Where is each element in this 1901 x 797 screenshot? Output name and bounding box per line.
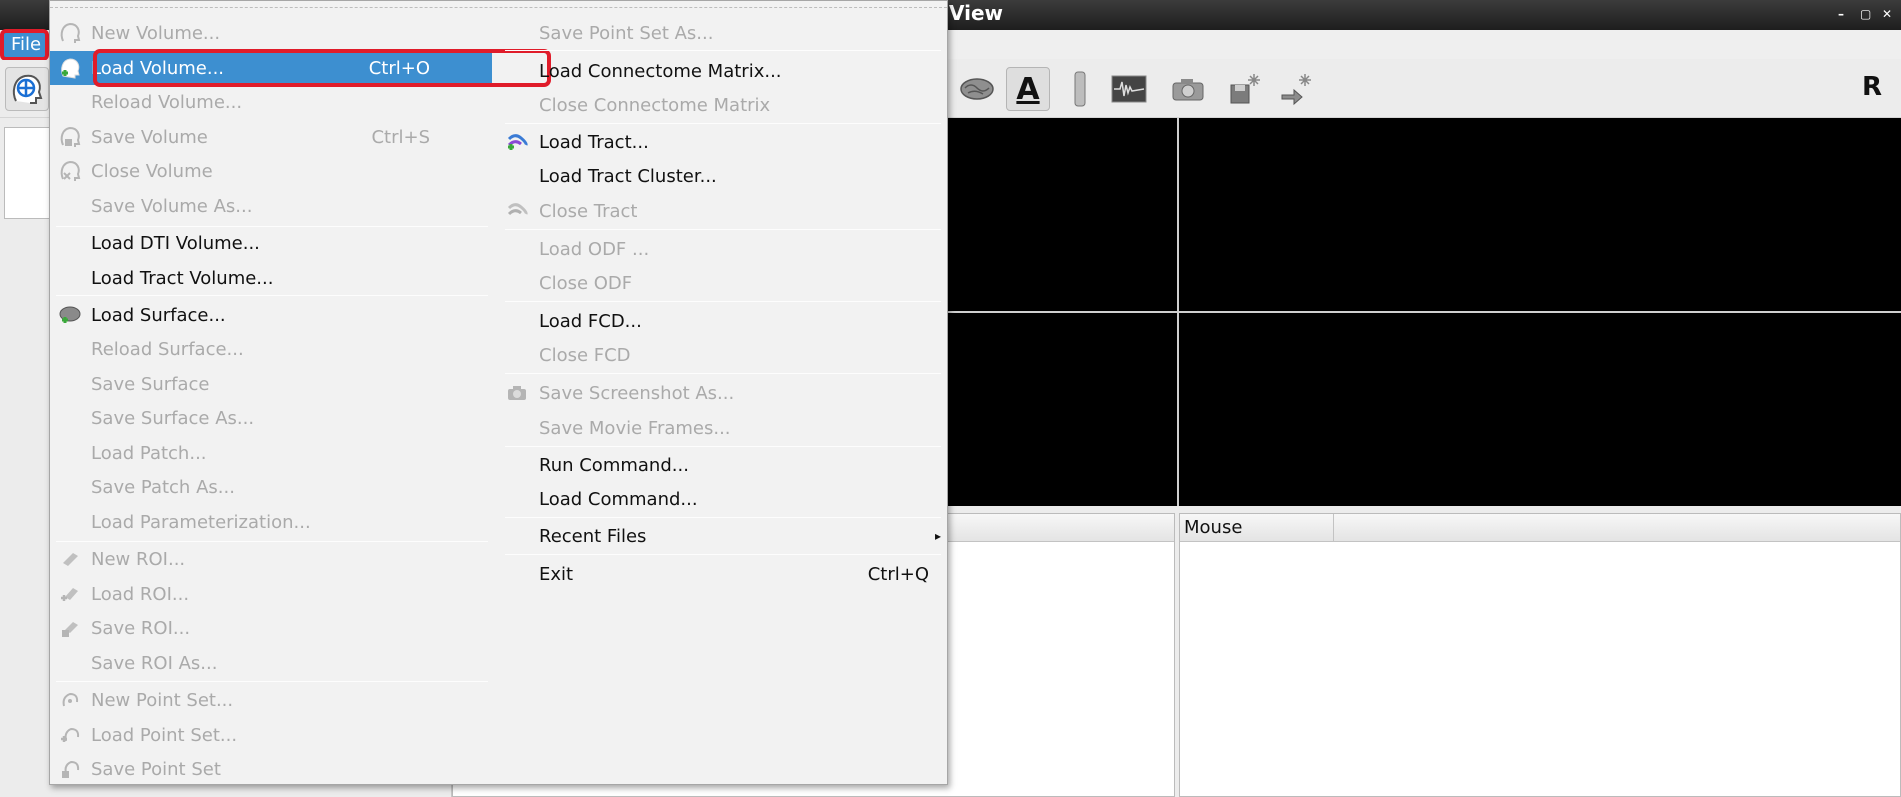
menu-separator <box>56 681 488 682</box>
menu-item-load-roi[interactable]: Load ROI... <box>50 577 492 611</box>
menu-item-save-patch-as[interactable]: Save Patch As... <box>50 470 492 504</box>
menu-item-save-point-set[interactable]: Save Point Set <box>50 752 492 786</box>
menu-item-load-tract[interactable]: Load Tract... <box>497 125 949 159</box>
menu-separator <box>505 301 941 302</box>
menu-item-close-tract[interactable]: Close Tract <box>497 194 949 228</box>
menu-item-recent-files[interactable]: Recent Files ▸ <box>497 519 949 553</box>
menu-item-load-command[interactable]: Load Command... <box>497 482 949 516</box>
camera-icon <box>1172 79 1204 101</box>
brain-icon <box>960 78 994 100</box>
menu-item-close-fcd[interactable]: Close FCD <box>497 338 949 372</box>
menu-item-save-surface-as[interactable]: Save Surface As... <box>50 401 492 435</box>
point-set-icon <box>59 689 81 711</box>
screenshot-camera-icon <box>506 382 528 404</box>
menu-item-save-surface[interactable]: Save Surface <box>50 367 492 401</box>
minimize-icon[interactable]: – <box>1838 7 1844 21</box>
save-movie-button[interactable] <box>1224 67 1268 111</box>
menu-separator <box>505 554 941 555</box>
load-point-set-icon <box>59 724 81 746</box>
menu-item-reload-surface[interactable]: Reload Surface... <box>50 332 492 366</box>
close-volume-head-icon <box>59 160 81 182</box>
text-annotation-button[interactable]: A <box>1006 67 1050 111</box>
menu-separator <box>505 229 941 230</box>
maximize-icon[interactable]: ▢ <box>1860 7 1871 21</box>
waveform-icon <box>1111 75 1147 103</box>
menu-tear-off-line[interactable] <box>50 7 947 8</box>
mouse-info-pane: Mouse <box>1179 513 1901 797</box>
exit-shortcut: Ctrl+Q <box>867 563 929 585</box>
menu-item-new-roi[interactable]: New ROI... <box>50 542 492 576</box>
menu-item-save-screenshot-as[interactable]: Save Screenshot As... <box>497 376 949 410</box>
submenu-arrow-icon: ▸ <box>934 529 941 543</box>
close-icon[interactable]: ✕ <box>1882 7 1892 21</box>
menu-item-close-odf[interactable]: Close ODF <box>497 266 949 300</box>
file-dropdown-menu: New Volume... Load Volume... Ctrl+O Relo… <box>49 0 948 785</box>
menu-item-load-point-set[interactable]: Load Point Set... <box>50 718 492 752</box>
save-roi-icon <box>59 617 81 639</box>
menu-item-close-volume[interactable]: Close Volume <box>50 154 492 188</box>
arrow-sparkle-icon <box>1281 74 1311 106</box>
tract-icon <box>506 131 528 153</box>
menu-item-close-connectome-matrix[interactable]: Close Connectome Matrix <box>497 88 949 122</box>
load-volume-head-icon <box>59 57 81 79</box>
slider-button[interactable] <box>1058 67 1102 111</box>
menu-separator <box>505 50 941 51</box>
slider-icon <box>1074 71 1086 107</box>
save-point-set-icon <box>59 758 81 780</box>
waveform-button[interactable] <box>1107 67 1151 111</box>
menu-separator <box>56 295 488 296</box>
menu-separator <box>505 517 941 518</box>
menu-item-run-command[interactable]: Run Command... <box>497 448 949 482</box>
menu-item-load-fcd[interactable]: Load FCD... <box>497 304 949 338</box>
menu-item-save-volume[interactable]: Save Volume Ctrl+S <box>50 120 492 154</box>
menu-item-save-roi[interactable]: Save ROI... <box>50 611 492 645</box>
window-title: View <box>949 1 1004 25</box>
save-volume-head-icon <box>59 126 81 148</box>
menu-separator <box>505 446 941 447</box>
menu-item-exit[interactable]: Exit Ctrl+Q <box>497 557 949 591</box>
menu-item-save-roi-as[interactable]: Save ROI As... <box>50 646 492 680</box>
surface-brain-icon <box>59 304 81 326</box>
menu-item-load-connectome-matrix[interactable]: Load Connectome Matrix... <box>497 54 949 88</box>
export-button[interactable] <box>1275 67 1319 111</box>
orientation-label: R <box>1862 72 1883 102</box>
menu-separator <box>505 123 941 124</box>
menu-item-load-surface[interactable]: Load Surface... <box>50 298 492 332</box>
menu-item-load-odf[interactable]: Load ODF ... <box>497 232 949 266</box>
save-volume-shortcut: Ctrl+S <box>371 126 430 148</box>
menu-item-new-volume[interactable]: New Volume... <box>50 16 492 50</box>
menu-item-load-tract-cluster[interactable]: Load Tract Cluster... <box>497 159 949 193</box>
menu-item-load-dti-volume[interactable]: Load DTI Volume... <box>50 226 492 260</box>
navigate-tool-button[interactable] <box>5 67 49 111</box>
menu-item-load-patch[interactable]: Load Patch... <box>50 436 492 470</box>
menu-item-save-movie-frames[interactable]: Save Movie Frames... <box>497 411 949 445</box>
file-menu-annotation-ring <box>0 29 49 61</box>
menu-item-save-volume-as[interactable]: Save Volume As... <box>50 189 492 223</box>
close-tract-icon <box>506 200 528 222</box>
mouse-header-label: Mouse <box>1184 514 1334 541</box>
new-volume-head-icon <box>59 22 81 44</box>
menu-item-reload-volume[interactable]: Reload Volume... <box>50 85 492 119</box>
menu-item-save-point-set-as[interactable]: Save Point Set As... <box>497 16 949 50</box>
roi-icon <box>59 548 81 570</box>
navigate-head-icon <box>12 74 43 104</box>
menu-item-load-tract-volume[interactable]: Load Tract Volume... <box>50 261 492 295</box>
load-roi-icon <box>59 583 81 605</box>
mouse-info-header: Mouse <box>1180 514 1900 542</box>
brain-view-button[interactable] <box>955 67 999 111</box>
menu-item-load-parameterization[interactable]: Load Parameterization... <box>50 505 492 539</box>
menu-separator <box>505 373 941 374</box>
floppy-sparkle-icon <box>1230 74 1260 104</box>
menu-item-new-point-set[interactable]: New Point Set... <box>50 683 492 717</box>
load-volume-annotation-ring <box>93 49 551 87</box>
screenshot-button[interactable] <box>1166 67 1210 111</box>
